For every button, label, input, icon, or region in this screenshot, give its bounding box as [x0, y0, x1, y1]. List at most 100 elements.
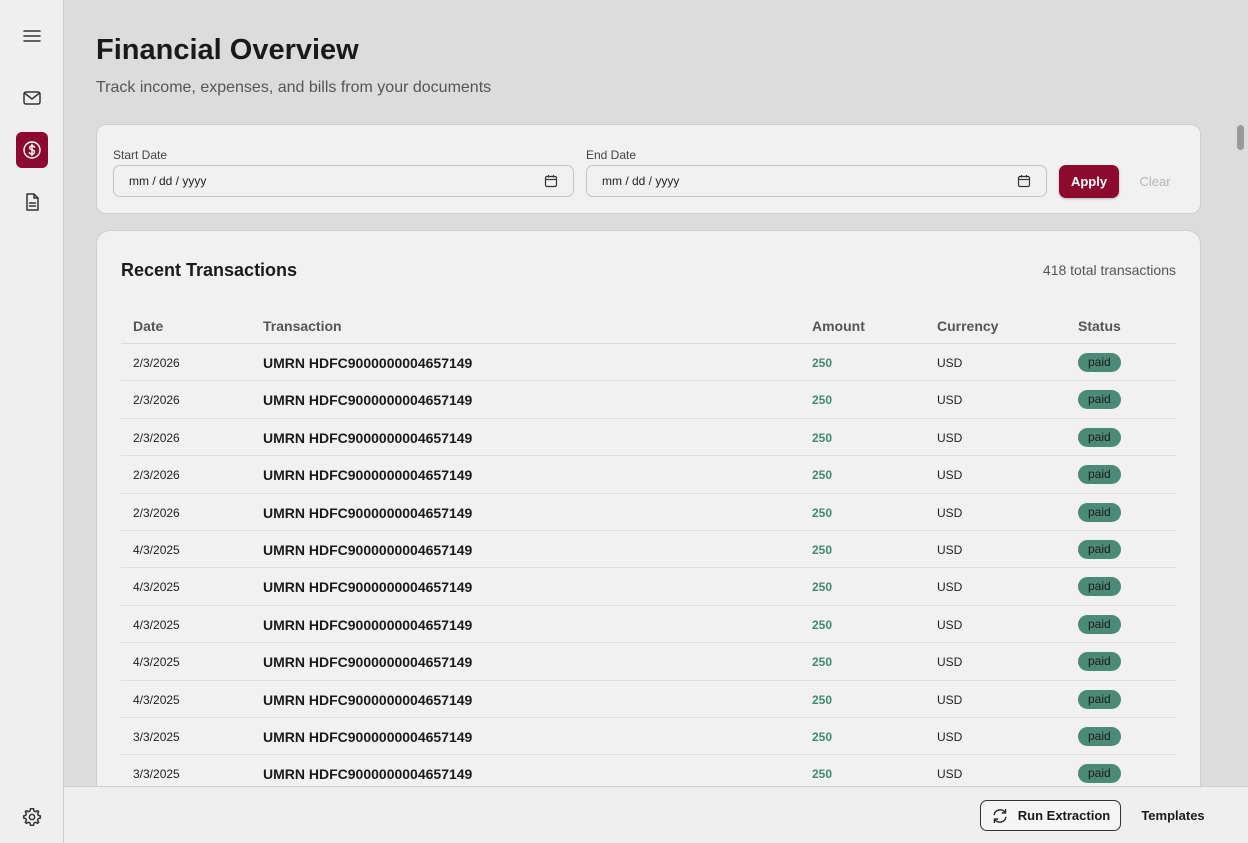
sidebar-item-finance[interactable]	[16, 132, 48, 168]
status-badge: paid	[1078, 614, 1121, 634]
cell-currency: USD	[937, 542, 963, 557]
cell-amount: 250	[812, 655, 833, 670]
cell-amount: 250	[812, 430, 833, 445]
status-badge: paid	[1078, 689, 1121, 709]
cell-currency: USD	[937, 505, 963, 520]
cell-amount: 250	[812, 580, 833, 595]
column-header-transaction: Transaction	[263, 318, 342, 334]
cell-transaction: UMRN HDFC9000000004657149	[263, 616, 473, 633]
clear-button[interactable]: Clear	[1135, 165, 1175, 198]
templates-button[interactable]: Templates	[1134, 800, 1212, 831]
transactions-title: Recent Transactions	[121, 260, 298, 280]
cell-transaction: UMRN HDFC9000000004657149	[263, 654, 473, 671]
status-badge: paid	[1078, 427, 1121, 447]
table-row[interactable]: 3/3/2025 UMRN HDFC9000000004657149 250 USD p…	[121, 718, 1176, 756]
cell-date: 4/3/2025	[133, 580, 180, 595]
cell-date: 2/3/2026	[133, 430, 180, 445]
cell-transaction: UMRN HDFC9000000004657149	[263, 728, 473, 745]
table-row[interactable]: 4/3/2025 UMRN HDFC9000000004657149 250 USD p…	[121, 681, 1176, 718]
settings-button[interactable]	[16, 799, 48, 835]
calendar-icon[interactable]	[1017, 174, 1031, 188]
cell-date: 2/3/2026	[133, 468, 180, 483]
menu-icon	[23, 30, 41, 42]
cell-amount: 250	[812, 729, 833, 744]
cell-currency: USD	[937, 655, 963, 670]
cell-currency: USD	[937, 468, 963, 483]
sidebar-item-documents[interactable]	[16, 184, 48, 220]
run-extraction-button[interactable]: Run Extraction	[980, 800, 1121, 831]
status-badge: paid	[1078, 652, 1121, 672]
cell-amount: 250	[812, 356, 833, 370]
cell-date: 3/3/2025	[133, 767, 180, 782]
table-row[interactable]: 4/3/2025 UMRN HDFC9000000004657149 250 USD p…	[121, 531, 1176, 569]
cell-transaction: UMRN HDFC9000000004657149	[263, 429, 473, 446]
cell-transaction: UMRN HDFC9000000004657149	[263, 355, 473, 371]
table-header: Date Transaction Amount Currency Status	[121, 307, 1176, 344]
cell-date: 4/3/2025	[133, 542, 180, 557]
cell-transaction: UMRN HDFC9000000004657149	[263, 504, 473, 521]
cell-date: 3/3/2025	[133, 729, 180, 744]
main-content: Financial Overview Track income, expense…	[64, 0, 1248, 830]
end-date-value: mm / dd / yyyy	[602, 174, 680, 188]
date-filter-card: Start Date mm / dd / yyyy End Date mm / …	[96, 124, 1201, 214]
column-header-status: Status	[1078, 318, 1121, 334]
cell-date: 2/3/2026	[133, 356, 180, 370]
status-badge: paid	[1078, 390, 1121, 410]
cell-amount: 250	[812, 542, 833, 557]
cell-date: 2/3/2026	[133, 505, 180, 520]
cell-currency: USD	[937, 617, 963, 632]
column-header-currency: Currency	[937, 318, 999, 334]
cell-amount: 250	[812, 468, 833, 483]
cell-currency: USD	[937, 729, 963, 744]
cell-date: 2/3/2026	[133, 393, 180, 408]
table-row[interactable]: 2/3/2026 UMRN HDFC9000000004657149 250 USD p…	[121, 494, 1176, 531]
cell-date: 4/3/2025	[133, 692, 180, 707]
status-badge: paid	[1078, 502, 1121, 522]
page-title: Financial Overview	[96, 34, 359, 66]
end-date-input[interactable]: mm / dd / yyyy	[586, 165, 1047, 197]
start-date-value: mm / dd / yyyy	[129, 174, 207, 188]
cell-currency: USD	[937, 356, 963, 370]
cell-currency: USD	[937, 393, 963, 408]
cell-currency: USD	[937, 767, 963, 782]
cell-currency: USD	[937, 430, 963, 445]
table-row[interactable]: 2/3/2026 UMRN HDFC9000000004657149 250 USD p…	[121, 344, 1176, 382]
cell-transaction: UMRN HDFC9000000004657149	[263, 579, 473, 596]
cell-amount: 250	[812, 505, 833, 520]
status-badge: paid	[1078, 577, 1121, 597]
transactions-card: Recent Transactions 418 total transactio…	[96, 230, 1201, 830]
status-badge: paid	[1078, 353, 1121, 372]
apply-button[interactable]: Apply	[1059, 165, 1119, 198]
gear-icon	[22, 808, 42, 826]
cell-currency: USD	[937, 692, 963, 707]
cell-transaction: UMRN HDFC9000000004657149	[263, 691, 473, 708]
cell-amount: 250	[812, 767, 833, 782]
cell-currency: USD	[937, 580, 963, 595]
status-badge: paid	[1078, 539, 1121, 559]
cell-transaction: UMRN HDFC9000000004657149	[263, 467, 473, 484]
table-row[interactable]: 2/3/2026 UMRN HDFC9000000004657149 250 USD p…	[121, 456, 1176, 494]
table-row[interactable]: 2/3/2026 UMRN HDFC9000000004657149 250 USD p…	[121, 381, 1176, 419]
status-badge: paid	[1078, 726, 1121, 746]
menu-button[interactable]	[16, 18, 48, 54]
table-row[interactable]: 4/3/2025 UMRN HDFC9000000004657149 250 USD p…	[121, 643, 1176, 681]
table-row[interactable]: 4/3/2025 UMRN HDFC9000000004657149 250 USD p…	[121, 606, 1176, 644]
cell-date: 4/3/2025	[133, 655, 180, 670]
refresh-icon	[993, 808, 1007, 823]
calendar-icon[interactable]	[544, 174, 558, 188]
start-date-input[interactable]: mm / dd / yyyy	[113, 165, 574, 197]
sidebar-item-mail[interactable]	[16, 80, 48, 116]
end-date-label: End Date	[586, 148, 637, 162]
document-icon	[26, 193, 39, 211]
footer-bar: Run Extraction Templates	[64, 786, 1248, 843]
table-row[interactable]: 4/3/2025 UMRN HDFC9000000004657149 250 USD p…	[121, 568, 1176, 606]
start-date-label: Start Date	[113, 148, 168, 162]
cell-amount: 250	[812, 692, 833, 707]
cell-amount: 250	[812, 393, 833, 408]
mail-icon	[23, 91, 41, 105]
transactions-count: 418 total transactions	[1042, 262, 1176, 278]
scrollbar-thumb[interactable]	[1237, 125, 1244, 150]
table-row[interactable]: 2/3/2026 UMRN HDFC9000000004657149 250 USD p…	[121, 419, 1176, 457]
dollar-icon	[23, 141, 41, 159]
page-subtitle: Track income, expenses, and bills from y…	[96, 79, 492, 96]
